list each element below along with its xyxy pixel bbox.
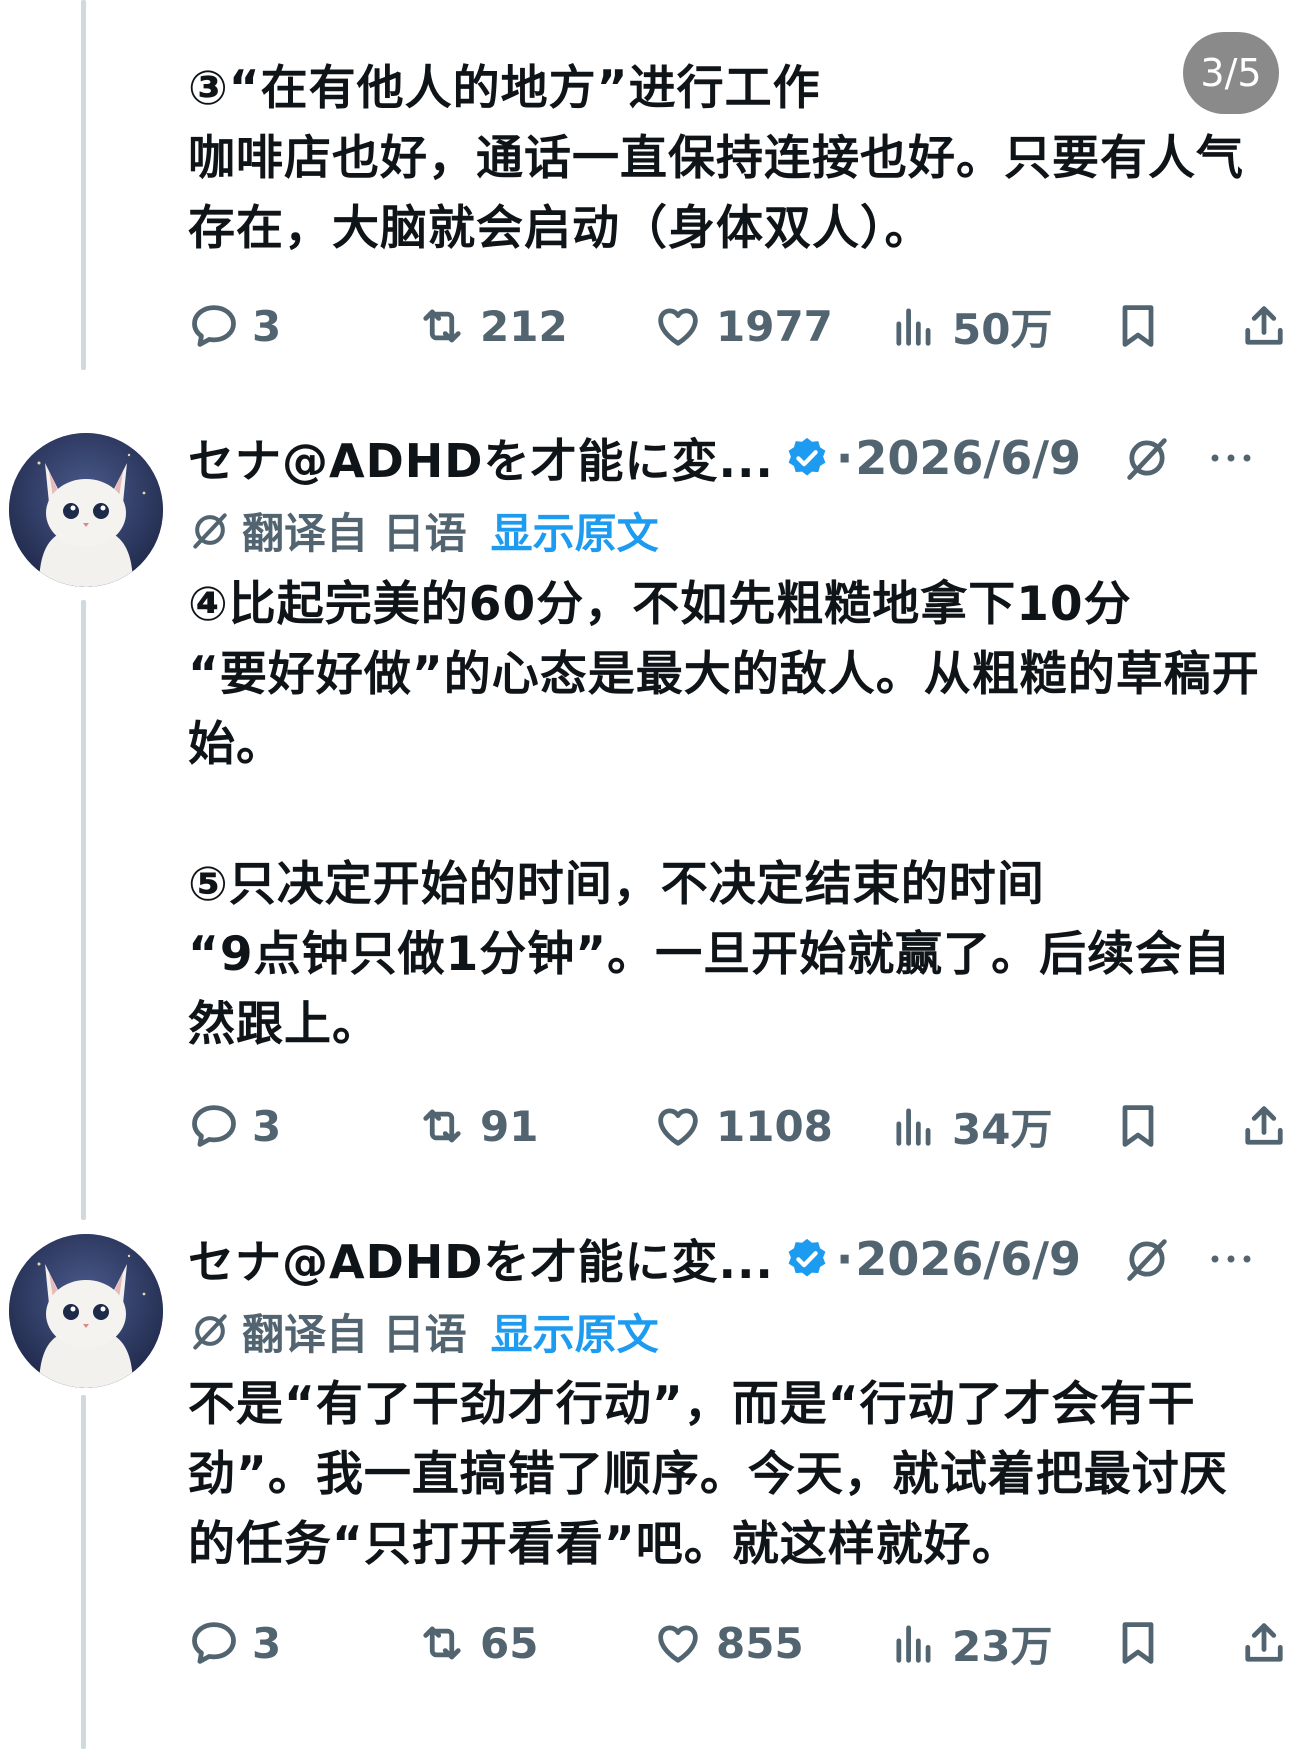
bookmark-button[interactable] <box>1112 1096 1164 1156</box>
translation-notice: 翻译自 日语 显示原文 <box>188 1301 659 1361</box>
retweet-arrows-icon <box>423 1109 461 1143</box>
avatar[interactable] <box>9 1234 163 1388</box>
retweet-button[interactable]: 91 <box>416 1096 538 1156</box>
like-button[interactable]: 1108 <box>652 1096 833 1156</box>
reply-button[interactable]: 3 <box>188 1613 281 1673</box>
reply-count: 3 <box>252 1618 282 1668</box>
bookmark-button[interactable] <box>1112 296 1164 356</box>
speech-bubble-icon <box>192 1622 236 1664</box>
share-button[interactable] <box>1238 296 1290 356</box>
speech-bubble-icon <box>192 1105 236 1147</box>
tweet-paragraph: “要好好做”的心态是最大的敌人。从粗糙的草稿开始。 <box>188 647 1260 772</box>
retweet-count: 91 <box>480 1101 539 1151</box>
reply-button[interactable]: 3 <box>188 296 281 356</box>
bookmark-icon <box>1122 1105 1154 1147</box>
tweet-paragraph: ④比起完美的60分，不如先粗糙地拿下10分 <box>188 577 1132 632</box>
tweet-paragraph: “9点钟只做1分钟”。一旦开始就赢了。后续会自然跟上。 <box>188 927 1232 1052</box>
thread-line-middle <box>81 600 86 1220</box>
views-count: 23万 <box>952 1621 1053 1671</box>
tweet-body: ③“在有他人的地方”进行工作 咖啡店也好，通话一直保持连接也好。只要有人气存在，… <box>188 54 1268 264</box>
retweet-button[interactable]: 65 <box>416 1613 538 1673</box>
share-upload-icon <box>1245 306 1283 345</box>
tweet-action-bar: 3 65 855 23万 <box>188 1613 1298 1673</box>
heart-icon <box>658 308 698 346</box>
retweet-button[interactable]: 212 <box>416 296 568 356</box>
bookmark-icon <box>1122 305 1154 347</box>
tweet-paragraph: 咖啡店也好，通话一直保持连接也好。只要有人气存在，大脑就会启动（身体双人）。 <box>188 131 1244 256</box>
retweet-count: 65 <box>480 1618 539 1668</box>
date-separator: · <box>835 431 854 485</box>
tweet-action-bar: 3 212 1977 50万 <box>188 296 1298 356</box>
tweet-paragraph: 不是“有了干劲才行动”，而是“行动了才会有干劲”。我一直搞错了顺序。今天，就试着… <box>188 1377 1228 1572</box>
bookmark-icon <box>1122 1622 1154 1664</box>
tweet-action-bar: 3 91 1108 34万 <box>188 1096 1298 1156</box>
show-original-link[interactable]: 显示原文 <box>491 500 659 561</box>
views-button[interactable]: 23万 <box>888 1613 1052 1673</box>
tweet-paragraph: ⑤只决定开始的时间，不决定结束的时间 <box>188 857 1045 912</box>
more-dots-icon[interactable] <box>1207 1249 1255 1269</box>
views-button[interactable]: 34万 <box>888 1096 1052 1156</box>
like-count: 855 <box>716 1618 804 1668</box>
tweet-header: セナ@ADHDを才能に変... · 2026/6/9 <box>188 1224 1308 1294</box>
verified-badge-icon <box>788 437 826 476</box>
like-button[interactable]: 1977 <box>652 296 833 356</box>
reply-button[interactable]: 3 <box>188 1096 281 1156</box>
tweet-date[interactable]: 2026/6/9 <box>855 1232 1081 1286</box>
bar-chart-icon <box>896 308 931 346</box>
heart-icon <box>658 1625 698 1663</box>
translation-notice: 翻译自 日语 显示原文 <box>188 500 659 560</box>
translated-from-label: 翻译自 日语 <box>242 1309 467 1359</box>
cat-avatar-image <box>9 433 163 587</box>
heart-icon <box>658 1108 698 1146</box>
bar-chart-icon <box>896 1625 931 1663</box>
translate-icon <box>193 1314 227 1350</box>
author-name[interactable]: セナ@ADHDを才能に変... <box>188 425 774 491</box>
like-count: 1977 <box>716 301 833 351</box>
thread-line-bottom <box>81 1395 86 1749</box>
share-upload-icon <box>1245 1623 1283 1662</box>
bookmark-button[interactable] <box>1112 1613 1164 1673</box>
retweet-arrows-icon <box>423 309 461 343</box>
show-original-link[interactable]: 显示原文 <box>491 1301 659 1362</box>
tweet-paragraph-spacer <box>188 780 1268 850</box>
tweet-body: ④比起完美的60分，不如先粗糙地拿下10分 “要好好做”的心态是最大的敌人。从粗… <box>188 570 1268 1060</box>
translate-icon <box>193 513 227 549</box>
cat-avatar-image <box>9 1234 163 1388</box>
tweet-date[interactable]: 2026/6/9 <box>855 431 1081 485</box>
date-separator: · <box>835 1232 854 1286</box>
share-button[interactable] <box>1238 1613 1290 1673</box>
grok-slash-circle-icon[interactable] <box>1121 1233 1173 1285</box>
share-upload-icon <box>1245 1106 1283 1145</box>
tweet-body: 不是“有了干劲才行动”，而是“行动了才会有干劲”。我一直搞错了顺序。今天，就试着… <box>188 1370 1268 1580</box>
author-name[interactable]: セナ@ADHDを才能に変... <box>188 1226 774 1292</box>
retweet-count: 212 <box>480 301 568 351</box>
more-dots-icon[interactable] <box>1207 448 1255 468</box>
tweet-header: セナ@ADHDを才能に変... · 2026/6/9 <box>188 423 1308 493</box>
reply-count: 3 <box>252 301 282 351</box>
reply-count: 3 <box>252 1101 282 1151</box>
thread-line-top <box>81 0 86 370</box>
tweet-paragraph: ③“在有他人的地方”进行工作 <box>188 61 821 116</box>
translated-from-label: 翻译自 日语 <box>242 508 467 558</box>
verified-badge-icon <box>788 1238 826 1277</box>
retweet-arrows-icon <box>423 1626 461 1660</box>
like-button[interactable]: 855 <box>652 1613 804 1673</box>
views-count: 50万 <box>952 304 1053 354</box>
speech-bubble-icon <box>192 305 236 347</box>
share-button[interactable] <box>1238 1096 1290 1156</box>
like-count: 1108 <box>716 1101 833 1151</box>
avatar[interactable] <box>9 433 163 587</box>
bar-chart-icon <box>896 1108 931 1146</box>
views-button[interactable]: 50万 <box>888 296 1052 356</box>
grok-slash-circle-icon[interactable] <box>1121 432 1173 484</box>
views-count: 34万 <box>952 1104 1053 1154</box>
